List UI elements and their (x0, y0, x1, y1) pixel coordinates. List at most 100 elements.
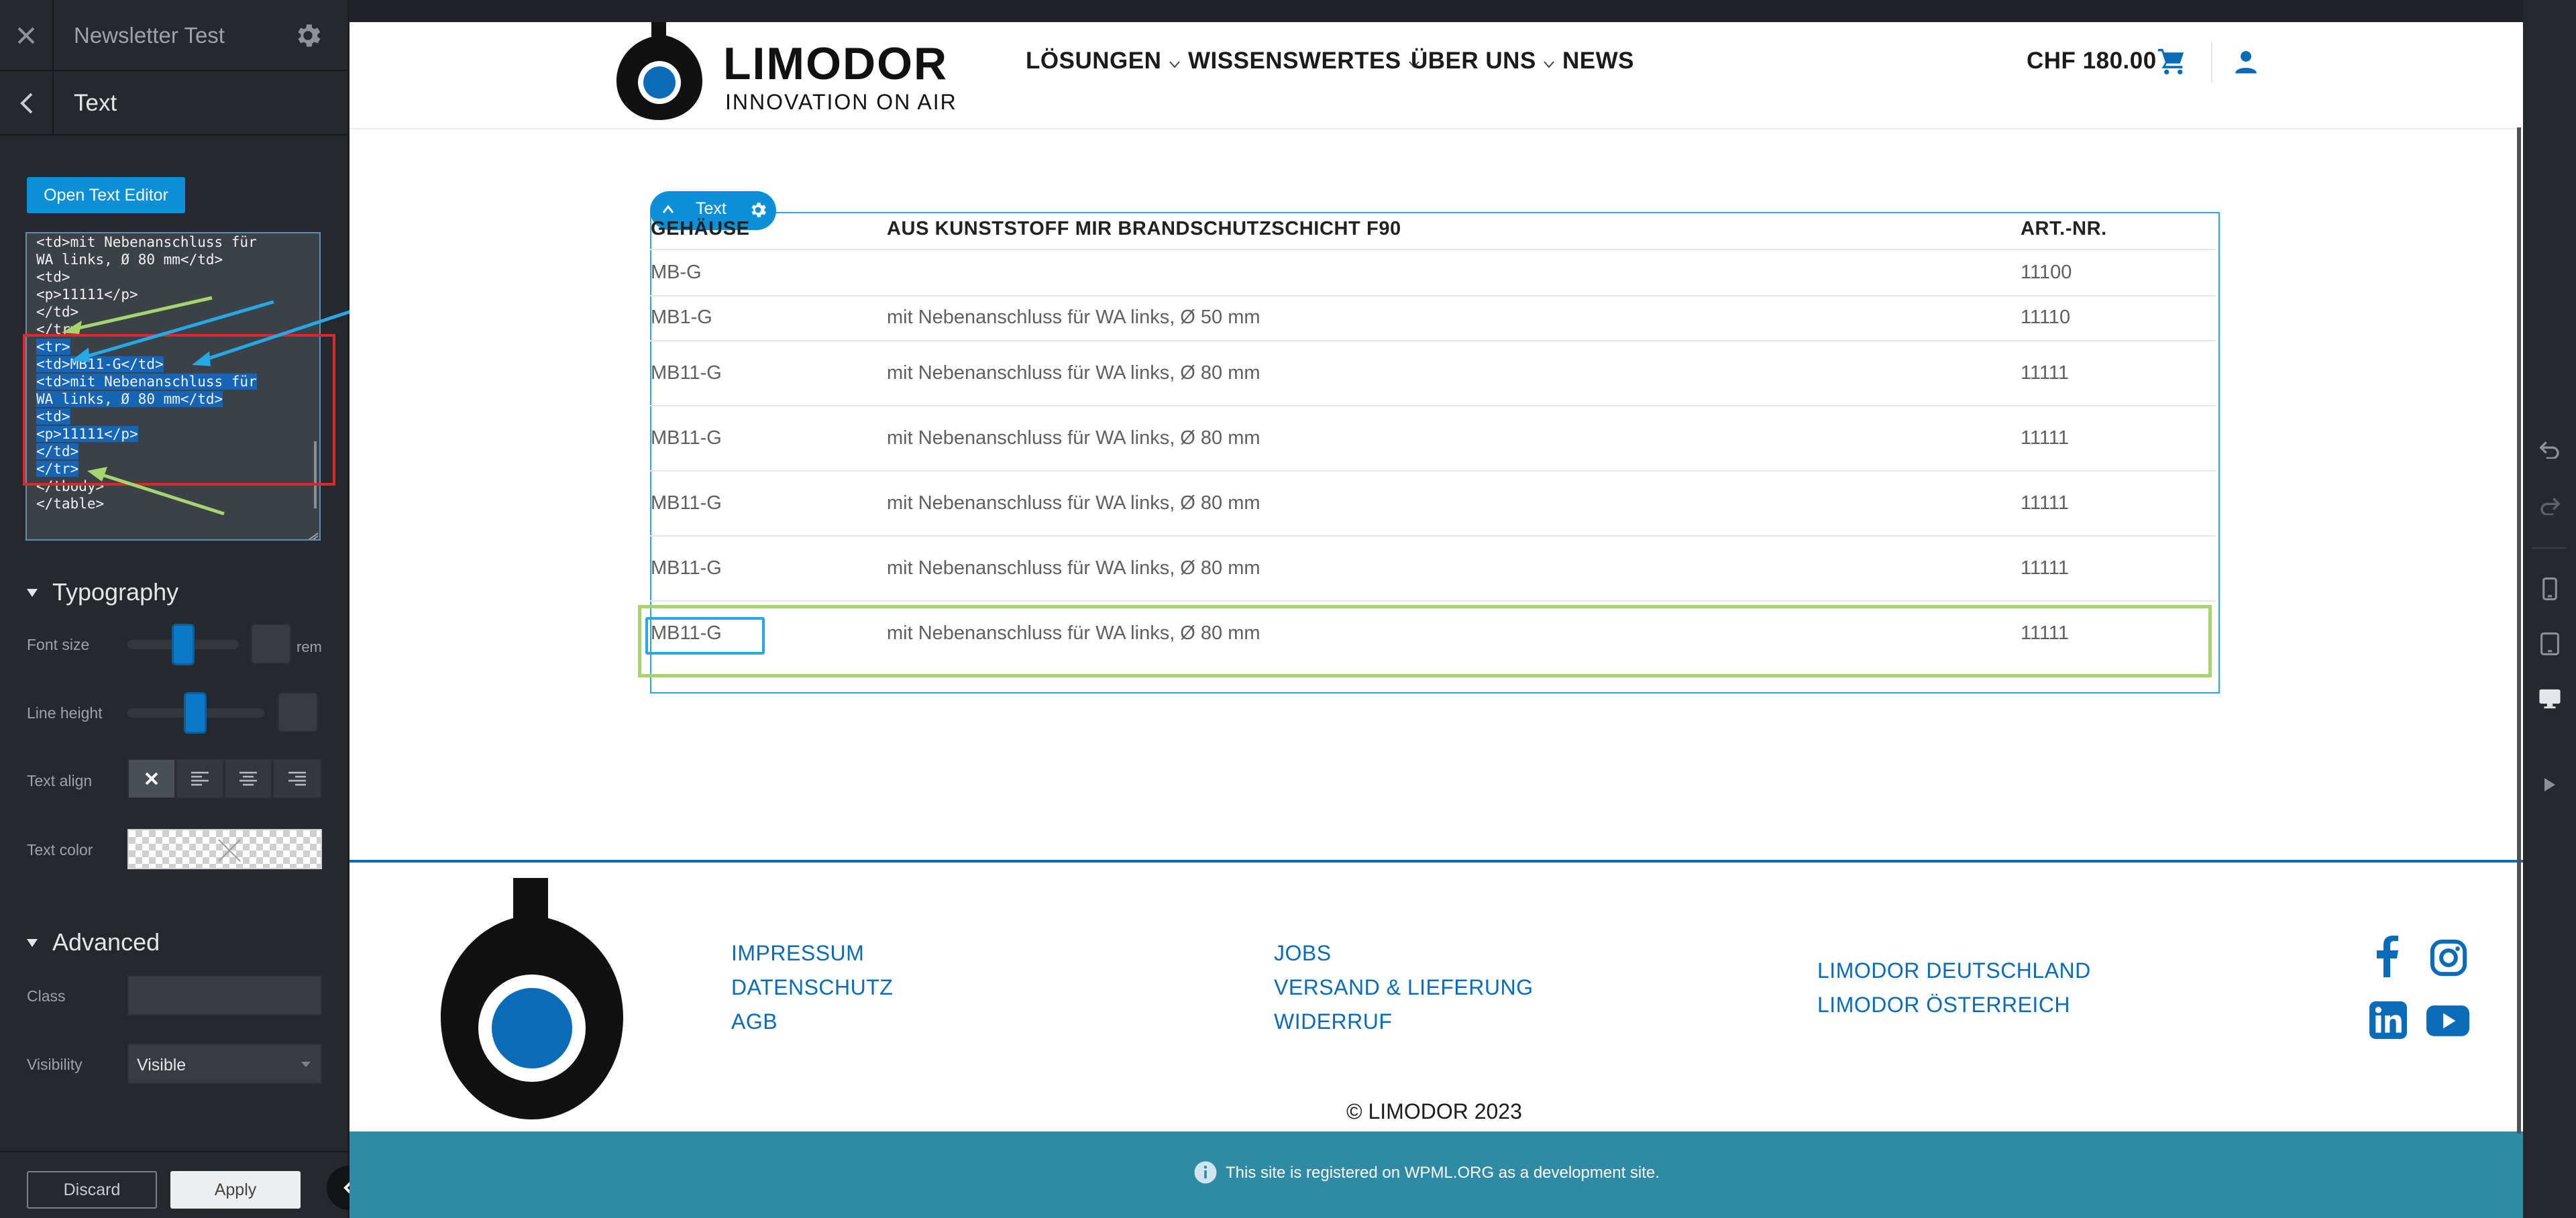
desktop-icon (2538, 689, 2561, 709)
collapse-arrow-icon[interactable] (25, 588, 39, 598)
nav-item-loesungen[interactable]: LÖSUNGEN (1026, 48, 1181, 74)
table-row-divider (650, 535, 2216, 537)
table-cell-description: mit Nebenanschluss für WA links, Ø 80 mm (887, 427, 1260, 449)
align-left-button[interactable] (176, 759, 224, 799)
mobile-icon (2542, 577, 2557, 600)
table-cell-art-nr: 11111 (2021, 492, 2070, 514)
code-line: <td>mit Nebenanschluss für (36, 234, 257, 250)
discard-button[interactable]: Discard (27, 1171, 157, 1209)
undo-button[interactable] (2523, 429, 2576, 469)
instagram-icon[interactable] (2429, 938, 2468, 977)
class-label: Class (27, 987, 66, 1005)
footer-link-agb[interactable]: AGB (731, 1009, 777, 1034)
brand-name[interactable]: LIMODOR (723, 41, 948, 87)
tablet-icon (2540, 632, 2559, 655)
align-center-button[interactable] (224, 759, 272, 799)
mobile-preview-button[interactable] (2523, 569, 2576, 609)
table-row-divider (650, 249, 2216, 250)
preview-play-button[interactable] (2523, 765, 2576, 805)
line-height-slider-thumb[interactable] (184, 692, 207, 734)
linkedin-icon[interactable] (2369, 1001, 2407, 1039)
align-right-button[interactable] (272, 759, 322, 799)
highlighted-table-row (638, 605, 2212, 677)
table-cell-description: mit Nebenanschluss für WA links, Ø 80 mm (887, 362, 1260, 384)
nav-item-wissenswertes[interactable]: WISSENSWERTES (1188, 48, 1420, 74)
table-cell-art-nr: 11111 (2021, 427, 2070, 449)
footer-link-widerruf[interactable]: WIDERRUF (1274, 1009, 1392, 1034)
redo-button[interactable] (2523, 486, 2576, 526)
table-header-gehaeuse: GEHÄUSE (651, 218, 750, 239)
table-cell-description: mit Nebenanschluss für WA links, Ø 50 mm (887, 307, 1260, 328)
footer-link-jobs[interactable]: JOBS (1274, 941, 1332, 966)
footer-link-datenschutz[interactable]: DATENSCHUTZ (731, 975, 893, 1000)
visibility-select[interactable]: Visible (127, 1044, 322, 1084)
text-color-swatch[interactable] (127, 829, 322, 869)
nav-label: ÜBER UNS (1411, 48, 1536, 74)
cart-icon[interactable] (2157, 48, 2186, 74)
font-size-input[interactable] (251, 624, 291, 664)
nav-item-news[interactable]: NEWS (1562, 48, 1634, 74)
gear-icon[interactable] (748, 200, 768, 220)
font-size-unit[interactable]: rem (297, 639, 322, 656)
line-height-input[interactable] (278, 692, 318, 732)
right-toolbar (2523, 0, 2576, 1218)
table-header-art-nr: ART.-NR. (2021, 218, 2107, 239)
limodor-footer-logo-icon[interactable] (438, 878, 626, 1121)
visibility-value: Visible (137, 1056, 186, 1074)
collapse-arrow-icon[interactable] (25, 938, 39, 948)
chevron-up-icon[interactable] (662, 205, 674, 214)
code-line: WA links, Ø 80 mm</td> (36, 252, 223, 268)
table-cell-art-nr: 11111 (2021, 362, 2070, 384)
table-row-divider (650, 295, 2216, 296)
footer-top-border (350, 860, 2523, 863)
visibility-label: Visibility (27, 1056, 83, 1073)
info-icon (1194, 1161, 1217, 1184)
table-row-divider (650, 600, 2216, 602)
redo-icon (2540, 498, 2561, 515)
site-scrollbar[interactable] (2517, 127, 2521, 1133)
font-size-slider-thumb[interactable] (172, 624, 195, 665)
footer-link-oesterreich[interactable]: LIMODOR ÖSTERREICH (1817, 993, 2070, 1017)
user-account-icon[interactable] (2233, 49, 2259, 74)
footer-link-deutschland[interactable]: LIMODOR DEUTSCHLAND (1817, 958, 2091, 983)
chevron-down-icon (1544, 61, 1554, 68)
website-preview: LIMODOR INNOVATION ON AIR LÖSUNGEN WISSE… (350, 22, 2523, 1218)
chevron-down-icon (1169, 61, 1180, 68)
desktop-preview-button[interactable] (2523, 679, 2576, 719)
panel-subheader: Text (0, 71, 349, 135)
copyright: © LIMODOR 2023 (1346, 1099, 1522, 1123)
align-none-button[interactable] (127, 759, 176, 799)
class-input[interactable] (127, 975, 322, 1015)
table-header-description: AUS KUNSTSTOFF MIR BRANDSCHUTZSCHICHT F9… (887, 218, 1401, 239)
table-cell-art-nr: 11110 (2021, 307, 2071, 328)
table-cell-art-nr: 11111 (2021, 557, 2070, 579)
footer-link-impressum[interactable]: IMPRESSUM (731, 941, 864, 966)
typography-heading[interactable]: Typography (52, 578, 178, 606)
nav-item-ueber-uns[interactable]: ÜBER UNS (1411, 48, 1555, 74)
align-right-icon (288, 771, 306, 786)
open-text-editor-button[interactable]: Open Text Editor (27, 177, 185, 213)
text-align-label: Text align (27, 772, 93, 789)
undo-icon (2538, 441, 2559, 459)
table-cell-model: MB11-G (651, 557, 722, 579)
table-row-divider (650, 405, 2216, 406)
close-panel-button[interactable] (0, 0, 54, 71)
table-cell-art-nr: 11111 (2021, 622, 2070, 644)
settings-gear-button[interactable] (292, 20, 326, 54)
facebook-icon[interactable] (2375, 936, 2398, 977)
table-cell-art-nr: 11100 (2021, 262, 2072, 283)
youtube-icon[interactable] (2426, 1005, 2469, 1036)
limodor-logo-icon[interactable] (612, 22, 706, 121)
tablet-preview-button[interactable] (2523, 624, 2576, 664)
chevron-left-icon (20, 93, 33, 114)
clear-color-icon (218, 839, 241, 862)
table-cell-model[interactable]: MB11-G (651, 622, 722, 645)
advanced-heading[interactable]: Advanced (52, 928, 160, 956)
nav-label: LÖSUNGEN (1026, 48, 1162, 74)
cart-total[interactable]: CHF 180.00 (2027, 48, 2157, 74)
toolbar-divider (2532, 547, 2566, 549)
footer-link-versand[interactable]: VERSAND & LIEFERUNG (1274, 975, 1533, 1000)
back-button[interactable] (0, 71, 54, 135)
table-cell-model: MB11-G (651, 492, 722, 514)
apply-button[interactable]: Apply (170, 1171, 301, 1209)
